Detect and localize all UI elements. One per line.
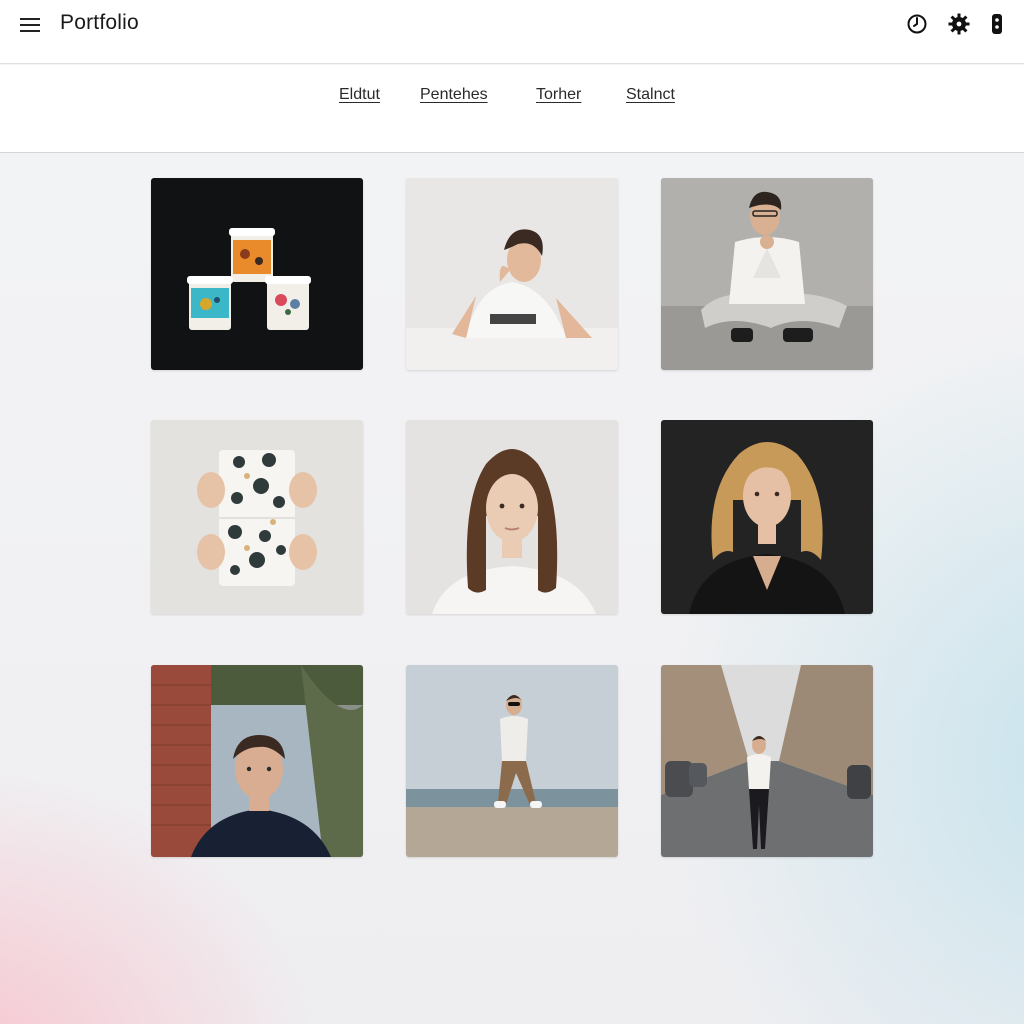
gallery-item-cups[interactable] xyxy=(151,178,363,370)
man-sitting-photo xyxy=(661,178,873,370)
settings-button[interactable] xyxy=(947,12,971,36)
menu-icon xyxy=(20,18,40,32)
more-options-icon xyxy=(992,14,1002,34)
more-options-button[interactable] xyxy=(985,12,1009,36)
man-brick-wall-photo xyxy=(151,665,363,857)
woman-street-photo xyxy=(661,665,873,857)
gallery-item-woman-light[interactable] xyxy=(406,420,618,614)
app-title: Portfolio xyxy=(60,11,139,34)
menu-button[interactable] xyxy=(16,14,44,36)
woman-beach-photo xyxy=(406,665,618,857)
clock-icon xyxy=(907,14,927,34)
section-nav: Eldtut Pentehes Torher Stalnct xyxy=(0,65,1024,153)
man-tshirt-photo xyxy=(406,178,618,370)
gallery-item-cards[interactable] xyxy=(151,420,363,614)
woman-dark-photo xyxy=(661,420,873,614)
clock-button[interactable] xyxy=(905,12,929,36)
gallery-item-man-sitting[interactable] xyxy=(661,178,873,370)
gallery-item-woman-beach[interactable] xyxy=(406,665,618,857)
cards-photo xyxy=(151,420,363,614)
cups-photo xyxy=(151,178,363,370)
settings-gear-icon xyxy=(948,13,970,35)
nav-link-4[interactable]: Stalnct xyxy=(626,85,675,105)
gallery-item-woman-street[interactable] xyxy=(661,665,873,857)
gallery-item-man-tshirt[interactable] xyxy=(406,178,618,370)
nav-link-2[interactable]: Pentehes xyxy=(420,85,488,105)
nav-link-1[interactable]: Eldtut xyxy=(339,85,380,105)
app-header: Portfolio xyxy=(0,0,1024,64)
woman-light-photo xyxy=(406,420,618,614)
nav-link-3[interactable]: Torher xyxy=(536,85,581,105)
gallery-item-woman-dark[interactable] xyxy=(661,420,873,614)
gallery-item-man-brick-wall[interactable] xyxy=(151,665,363,857)
